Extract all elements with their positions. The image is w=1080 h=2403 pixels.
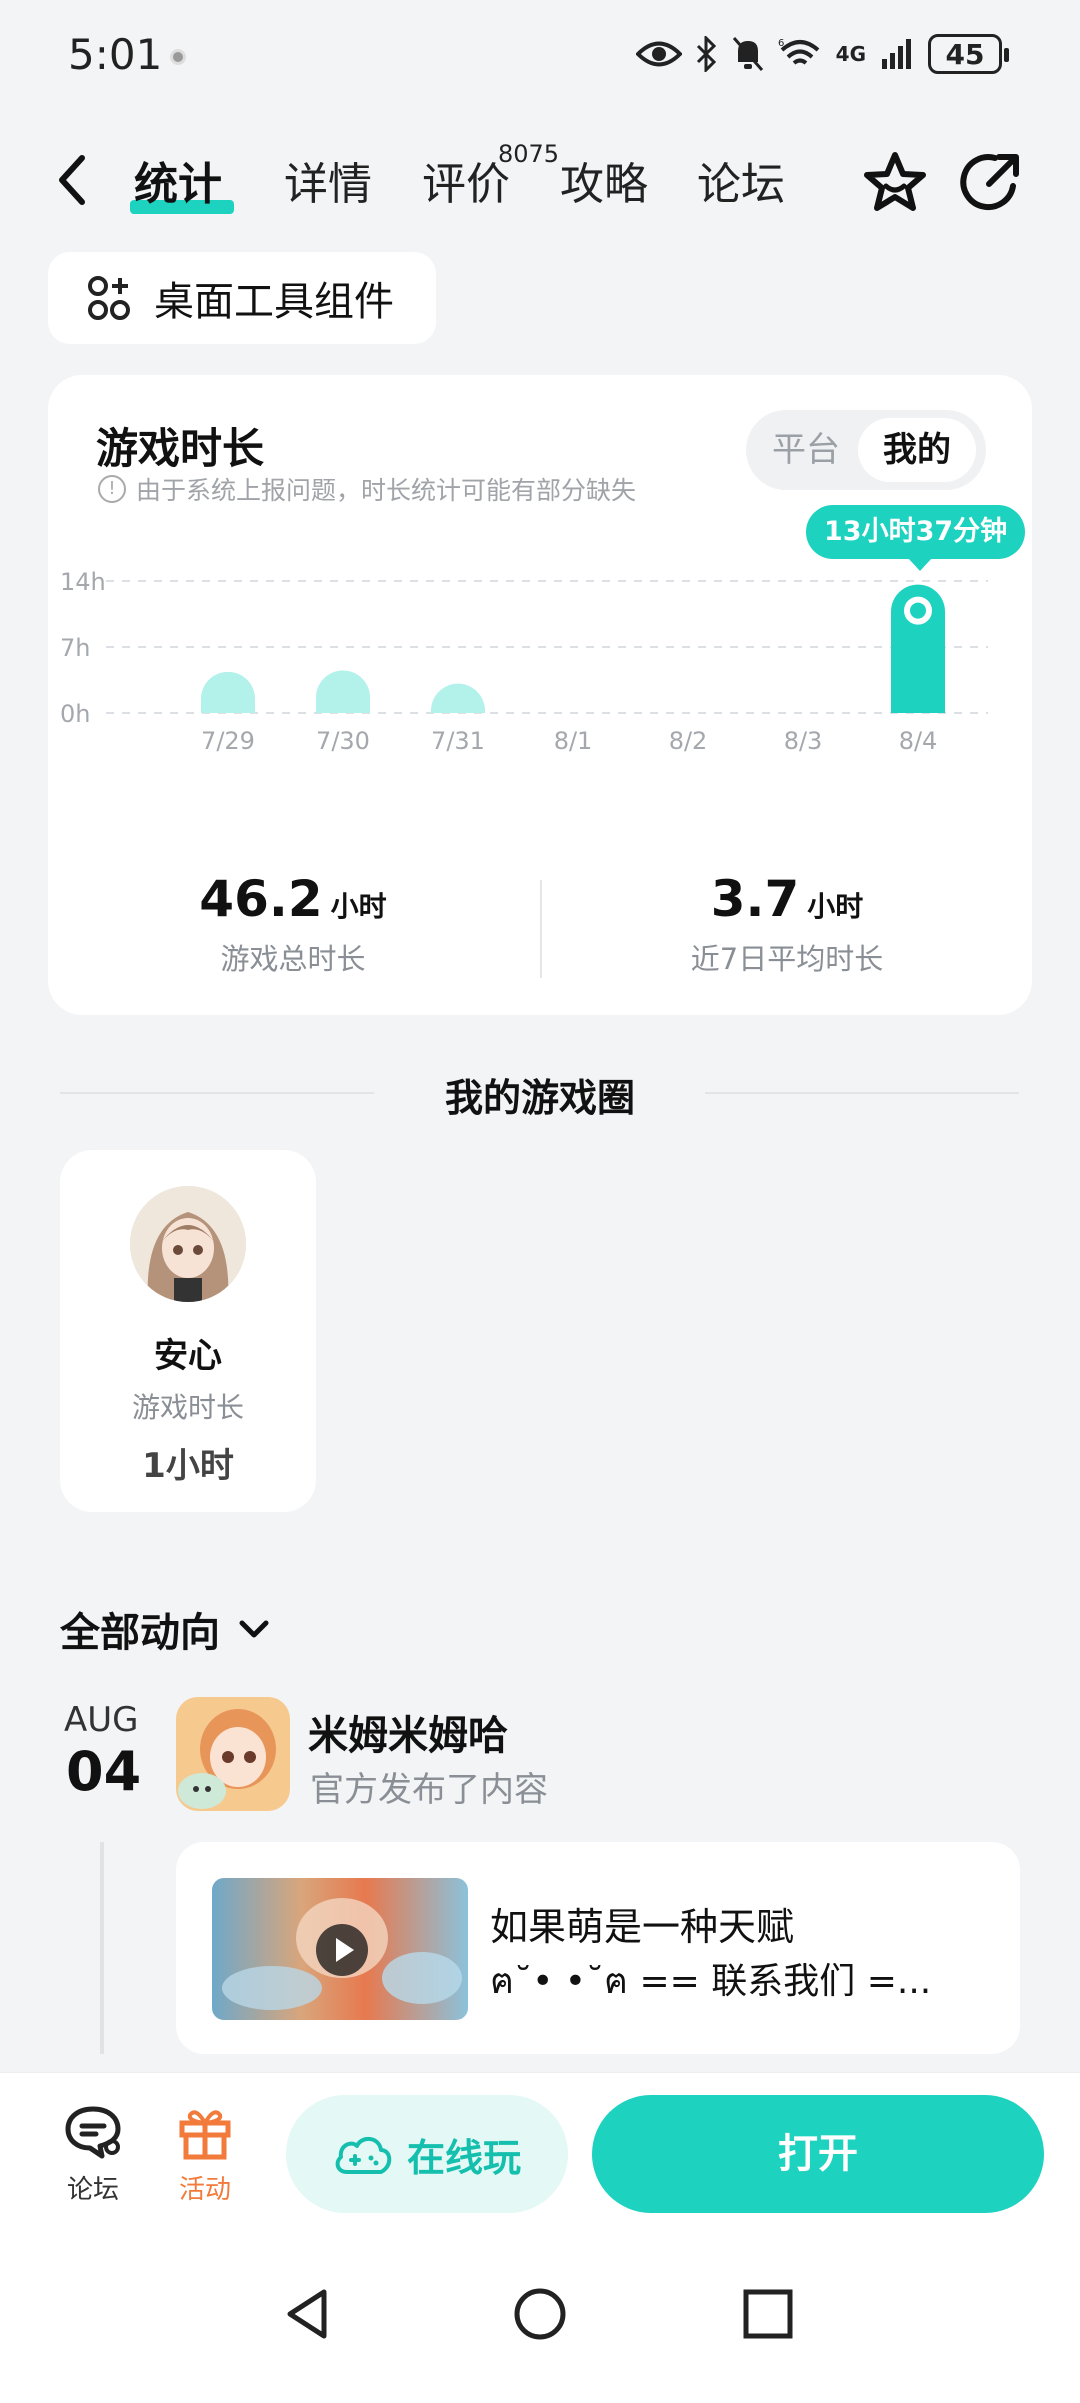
play-online-label: 在线玩 xyxy=(406,2135,521,2180)
system-nav-bar xyxy=(0,2222,1080,2403)
feed-game-name[interactable]: 米姆米姆哈 xyxy=(308,1703,508,1761)
widget-button-label: 桌面工具组件 xyxy=(154,279,394,325)
x-tick-label: 7/29 xyxy=(201,727,255,755)
system-recents-icon[interactable] xyxy=(738,2284,798,2344)
game-circle-title: 我的游戏圈 xyxy=(444,1076,635,1120)
battery-icon: 45 xyxy=(928,34,1009,74)
wifi-icon: 6 xyxy=(778,38,819,65)
feed-day: 04 xyxy=(66,1740,142,1803)
status-bar: 5:01 6 4G 45 xyxy=(0,0,1080,110)
tab-details[interactable]: 详情 xyxy=(284,150,372,220)
chat-bubble-icon xyxy=(65,2106,121,2159)
y-tick-label: 0h xyxy=(60,700,90,728)
bar-tooltip: 13小时37分钟 xyxy=(806,505,1026,571)
chart-bar[interactable] xyxy=(431,683,485,713)
highlight-dot xyxy=(904,596,932,625)
x-tick-label: 8/2 xyxy=(669,727,708,755)
status-icons: 6 4G 45 xyxy=(635,30,1009,78)
system-back-icon[interactable] xyxy=(280,2284,340,2344)
x-tick-label: 8/1 xyxy=(554,727,593,755)
y-tick-label: 14h xyxy=(60,568,106,596)
share-button[interactable] xyxy=(955,148,1025,218)
friend-playtime-value: 1小时 xyxy=(142,1446,234,1486)
star-icon xyxy=(864,152,926,211)
status-time: 5:01 xyxy=(68,30,163,79)
friend-playtime-label: 游戏时长 xyxy=(131,1391,244,1424)
widget-grid-icon xyxy=(88,276,130,320)
toggle-platform[interactable]: 平台 xyxy=(756,418,856,482)
favorite-button[interactable] xyxy=(860,148,930,218)
open-game-button[interactable]: 打开 xyxy=(592,2095,1044,2213)
x-tick-label: 8/3 xyxy=(784,727,823,755)
total-value: 46.2 xyxy=(199,870,323,928)
playtime-title: 游戏时长 xyxy=(96,424,265,473)
event-label: 活动 xyxy=(178,2175,231,2205)
scope-toggle: 平台 我的 xyxy=(746,410,986,490)
play-icon xyxy=(316,1924,368,1976)
playtime-chart: 14h 7h 0h 7/29 7/30 7/31 8/1 8/2 8/3 8/4 13小时37分钟 xyxy=(48,505,1032,805)
average-unit: 小时 xyxy=(807,890,864,923)
video-thumbnail[interactable] xyxy=(212,1878,468,2020)
notification-dot-icon xyxy=(170,49,186,65)
play-online-button[interactable]: 在线玩 xyxy=(286,2095,568,2213)
eye-icon xyxy=(635,41,682,67)
bottom-action-bar: 论坛 活动 在线玩 打开 xyxy=(0,2072,1080,2222)
share-icon xyxy=(960,154,1019,211)
total-label: 游戏总时长 xyxy=(220,942,366,976)
network-type: 4G xyxy=(835,42,866,66)
forum-label: 论坛 xyxy=(66,2175,119,2205)
playtime-card: 游戏时长 ! 由于系统上报问题，时长统计可能有部分缺失 平台 我的 14h 7h 0… xyxy=(48,375,1032,1015)
info-icon: ! xyxy=(98,475,126,503)
toggle-mine[interactable]: 我的 xyxy=(858,418,976,482)
chart-bar[interactable] xyxy=(316,670,370,713)
top-nav: 统计 详情 评价 8075 攻略 论坛 xyxy=(0,140,1080,235)
chart-bar[interactable] xyxy=(201,671,255,713)
game-circle-header: 我的游戏圈 xyxy=(60,1062,1020,1122)
game-icon[interactable] xyxy=(176,1697,290,1811)
playtime-note: ! 由于系统上报问题，时长统计可能有部分缺失 xyxy=(98,471,636,507)
feed-filter-label: 全部动向 xyxy=(60,1610,220,1656)
forum-button[interactable]: 论坛 xyxy=(48,2101,138,2206)
total-playtime-stat: 46.2 小时 游戏总时长 xyxy=(48,870,538,978)
x-tick-label: 7/31 xyxy=(431,727,485,755)
event-button[interactable]: 活动 xyxy=(160,2101,250,2206)
average-playtime-stat: 3.7 小时 近7日平均时长 xyxy=(542,870,1032,978)
feed-filter-dropdown[interactable]: 全部动向 xyxy=(60,1600,272,1658)
post-title: 如果萌是一种天赋 xyxy=(490,1905,795,1949)
chevron-down-icon xyxy=(239,1620,269,1638)
friend-card[interactable]: 安心 游戏时长 1小时 xyxy=(60,1150,316,1512)
bluetooth-icon xyxy=(696,36,716,72)
system-home-icon[interactable] xyxy=(510,2284,570,2344)
desktop-widget-button[interactable]: 桌面工具组件 xyxy=(48,252,436,344)
avatar xyxy=(130,1186,246,1302)
total-unit: 小时 xyxy=(330,890,387,923)
signal-icon xyxy=(882,39,911,69)
post-subtitle: ฅ˘• •˘ฅ == 联系我们 =... xyxy=(490,1961,932,2002)
back-button[interactable] xyxy=(52,150,112,220)
tab-reviews[interactable]: 评价 xyxy=(422,150,510,220)
average-label: 近7日平均时长 xyxy=(690,942,884,976)
cloud-gamepad-icon xyxy=(335,2137,392,2174)
mute-bell-icon xyxy=(732,37,763,71)
chevron-left-icon xyxy=(59,155,85,205)
gift-icon xyxy=(179,2110,231,2160)
tab-guides[interactable]: 攻略 xyxy=(560,150,648,220)
feed-description: 官方发布了内容 xyxy=(310,1770,548,1810)
timeline-line xyxy=(100,1842,104,2054)
post-card[interactable]: 如果萌是一种天赋 ฅ˘• •˘ฅ == 联系我们 =... xyxy=(176,1842,1020,2054)
y-tick-label: 7h xyxy=(60,634,90,662)
average-value: 3.7 xyxy=(710,870,800,928)
avatar-image xyxy=(130,1186,246,1302)
x-tick-label: 7/30 xyxy=(316,727,370,755)
tab-stats[interactable]: 统计 xyxy=(134,150,222,220)
tab-forum[interactable]: 论坛 xyxy=(697,150,785,220)
friend-name: 安心 xyxy=(154,1336,222,1376)
feed-month: AUG xyxy=(64,1700,139,1740)
divider-right xyxy=(705,1092,1019,1094)
svg-text:6: 6 xyxy=(778,38,784,49)
game-icon-art xyxy=(176,1697,290,1811)
x-tick-label: 8/4 xyxy=(899,727,938,755)
